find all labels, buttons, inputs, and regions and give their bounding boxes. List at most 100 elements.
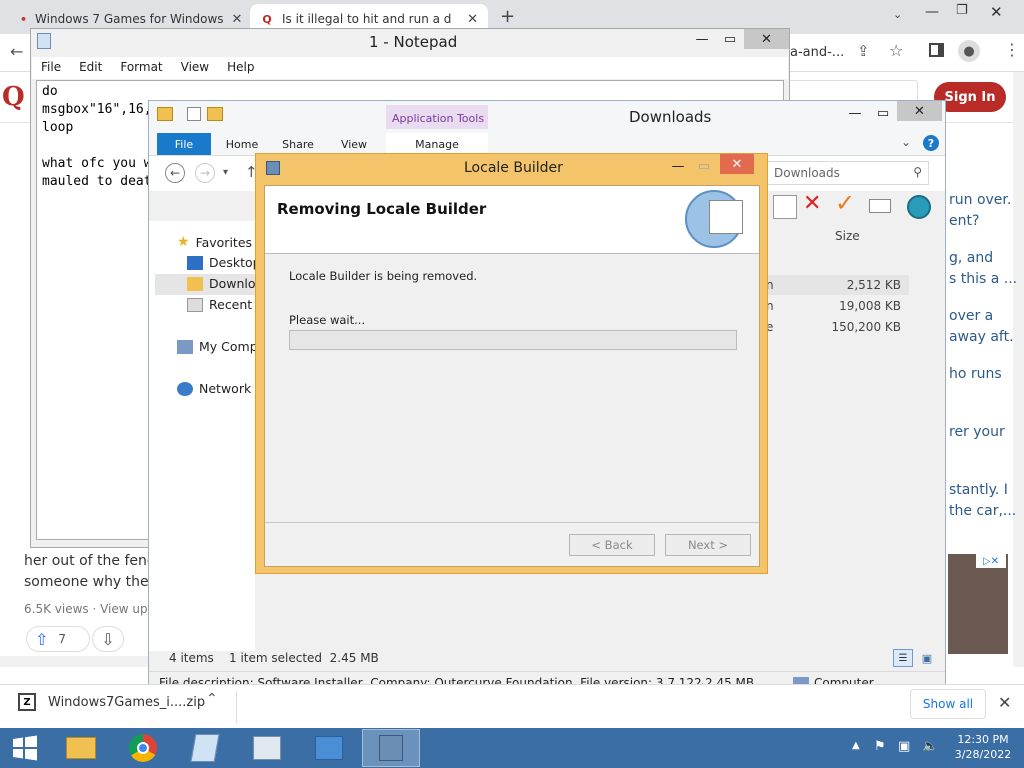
quora-logo[interactable]: Q xyxy=(2,82,25,112)
minimize-button[interactable]: — xyxy=(841,103,869,123)
desktop-icon xyxy=(187,255,203,270)
close-button[interactable]: ✕ xyxy=(720,154,754,174)
ribbon-expand-icon[interactable]: ⌄ xyxy=(901,135,911,149)
control-panel-icon xyxy=(315,736,343,760)
recent-dropdown-icon[interactable]: ▾ xyxy=(223,167,228,178)
clipboard-icon[interactable] xyxy=(773,195,797,219)
minimize-button[interactable]: — xyxy=(688,29,716,49)
downvote-button[interactable]: ⇩ xyxy=(92,626,124,652)
menu-help[interactable]: Help xyxy=(218,57,263,79)
views-count: 6.5K views · View upvo xyxy=(24,602,163,616)
address-fragment[interactable]: a-and-... xyxy=(790,45,844,60)
tab-home[interactable]: Home xyxy=(219,133,265,155)
maximize-button[interactable]: ▭ xyxy=(716,29,744,49)
ad-image[interactable] xyxy=(948,554,1008,654)
globe-icon[interactable] xyxy=(907,195,931,219)
nav-back-icon[interactable]: ← xyxy=(165,163,185,183)
large-icons-view-icon[interactable]: ▣ xyxy=(917,649,937,667)
file-size[interactable]: 2,512 KB xyxy=(841,278,901,292)
back-button[interactable]: < Back xyxy=(569,534,655,556)
horizontal-scrollbar[interactable] xyxy=(0,656,148,667)
minimize-browser-button[interactable]: — xyxy=(925,4,939,20)
tab-file[interactable]: File xyxy=(157,133,211,155)
taskbar: ▲ ⚑ ▣ 🔈 12:30 PM 3/28/2022 xyxy=(0,728,1024,768)
menu-edit[interactable]: Edit xyxy=(70,57,111,79)
checkmark-icon[interactable]: ✓ xyxy=(835,189,855,217)
bookmark-star-icon[interactable]: ☆ xyxy=(889,41,903,60)
tab-search-icon[interactable]: ⌄ xyxy=(893,8,902,21)
windows-logo-icon xyxy=(13,735,37,761)
restore-browser-button[interactable]: ❐ xyxy=(956,3,968,18)
tab-share[interactable]: Share xyxy=(275,133,321,155)
download-filename[interactable]: Windows7Games_i....zip xyxy=(48,695,205,710)
nav-favorites[interactable]: ★ Favorites xyxy=(177,234,252,250)
nav-label: Favorites xyxy=(195,234,253,250)
taskbar-explorer[interactable] xyxy=(52,729,110,767)
chrome-menu-icon[interactable]: ⋮ xyxy=(1004,40,1020,59)
column-size-header[interactable]: Size xyxy=(835,229,860,243)
close-browser-button[interactable]: ✕ xyxy=(990,3,1003,21)
profile-avatar[interactable]: ● xyxy=(958,40,980,62)
minimize-button[interactable]: — xyxy=(664,156,692,176)
folder-icon xyxy=(66,737,96,759)
properties-icon[interactable] xyxy=(187,107,201,121)
explorer-title: Downloads xyxy=(629,108,712,126)
application-tools-label: Application Tools xyxy=(392,112,485,125)
search-icon: ⚲ xyxy=(913,165,922,179)
nav-downloads[interactable]: Downloa xyxy=(187,276,263,291)
clock[interactable]: 12:30 PM 3/28/2022 xyxy=(948,732,1018,762)
share-icon[interactable]: ⇪ xyxy=(857,42,870,60)
menu-view[interactable]: View xyxy=(172,57,218,79)
volume-muted-icon[interactable]: 🔈 xyxy=(922,739,938,754)
page-scrollbar[interactable] xyxy=(1013,72,1024,667)
nav-label: Network xyxy=(199,381,252,396)
tab-manage[interactable]: Manage xyxy=(386,133,488,155)
answer-text: run over. xyxy=(949,192,1012,208)
show-all-button[interactable]: Show all xyxy=(910,689,986,719)
nav-forward-icon[interactable]: → xyxy=(195,163,215,183)
file-size[interactable]: 150,200 KB xyxy=(811,320,901,334)
close-tab-icon[interactable]: ✕ xyxy=(232,12,243,27)
action-center-icon[interactable]: ⚑ xyxy=(874,739,886,754)
taskbar-installer[interactable] xyxy=(362,729,420,767)
start-button[interactable] xyxy=(0,729,50,767)
network-status-icon[interactable]: ▣ xyxy=(898,739,910,754)
dialog-title: Locale Builder xyxy=(464,160,563,176)
close-tab-icon[interactable]: ✕ xyxy=(467,12,478,27)
tab-label: Windows 7 Games for Windows xyxy=(35,12,224,26)
close-button[interactable]: ✕ xyxy=(744,29,789,49)
taskbar-chrome[interactable] xyxy=(114,729,172,767)
close-button[interactable]: ✕ xyxy=(897,101,942,121)
new-tab-button[interactable]: + xyxy=(500,6,515,27)
upvote-button[interactable]: ⇧ 7 xyxy=(26,626,90,652)
site-favicon-icon: • xyxy=(20,12,28,26)
file-size[interactable]: 19,008 KB xyxy=(821,299,901,313)
taskbar-control-panel[interactable] xyxy=(300,729,358,767)
close-shelf-icon[interactable]: ✕ xyxy=(998,693,1011,712)
help-icon[interactable]: ? xyxy=(923,135,939,151)
back-arrow-icon[interactable]: ← xyxy=(10,42,23,61)
side-panel-icon[interactable] xyxy=(929,43,944,57)
rename-icon[interactable] xyxy=(869,199,891,213)
clock-time: 12:30 PM xyxy=(957,733,1009,746)
taskbar-notepad[interactable] xyxy=(176,729,234,767)
show-hidden-icons[interactable]: ▲ xyxy=(852,740,860,751)
nav-desktop[interactable]: Desktop xyxy=(187,255,261,270)
search-downloads-input[interactable]: Downloads ⚲ xyxy=(761,161,929,185)
details-view-icon[interactable]: ☰ xyxy=(893,649,913,667)
next-button[interactable]: Next > xyxy=(665,534,751,556)
delete-x-icon[interactable]: ✕ xyxy=(803,191,821,216)
installer-icon xyxy=(379,735,403,761)
menu-format[interactable]: Format xyxy=(111,57,171,79)
taskbar-app[interactable] xyxy=(238,729,296,767)
maximize-button[interactable]: ▭ xyxy=(869,103,897,123)
nav-my-computer[interactable]: My Compu xyxy=(177,339,266,354)
nav-network[interactable]: Network xyxy=(177,381,251,396)
new-folder-icon[interactable] xyxy=(207,107,223,121)
download-options-icon[interactable]: ⌃ xyxy=(206,691,218,707)
tab-view[interactable]: View xyxy=(331,133,377,155)
globe-installer-icon xyxy=(685,190,743,248)
installer-dialog: Locale Builder — ▭ ✕ Removing Locale Bui… xyxy=(255,153,768,574)
ad-choices-icon[interactable]: ▷✕ xyxy=(976,554,1006,568)
menu-file[interactable]: File xyxy=(32,57,70,79)
